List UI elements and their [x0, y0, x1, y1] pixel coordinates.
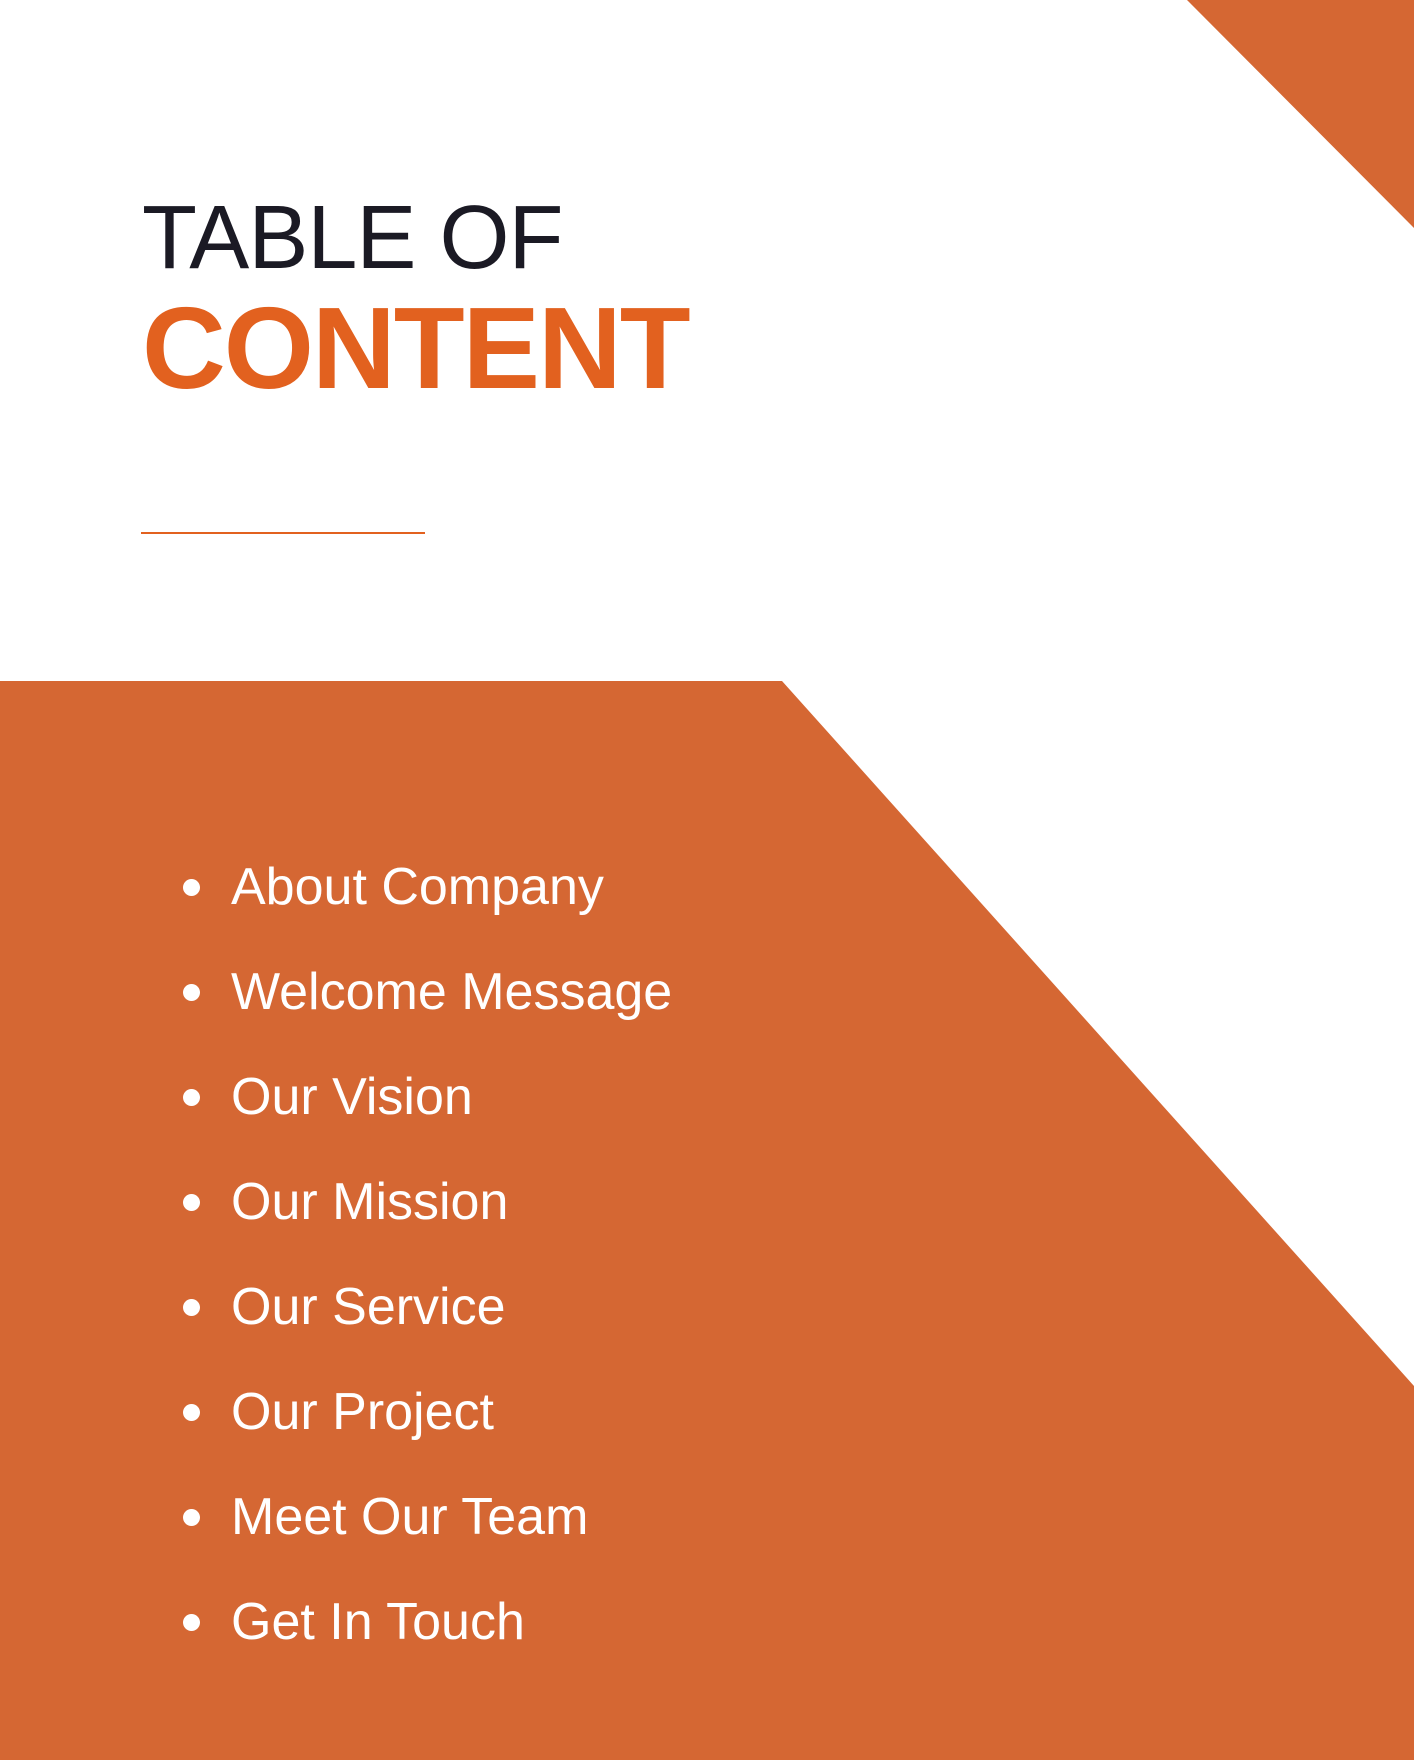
- toc-item-about-company: About Company: [183, 835, 672, 940]
- bullet-icon: [183, 1299, 200, 1316]
- toc-item-label: Our Service: [231, 1278, 506, 1336]
- toc-item-welcome-message: Welcome Message: [183, 940, 672, 1045]
- toc-item-label: Meet Our Team: [231, 1488, 589, 1546]
- toc-list: About Company Welcome Message Our Vision…: [183, 835, 672, 1675]
- toc-item-label: Get In Touch: [231, 1593, 525, 1651]
- toc-item-label: Our Vision: [231, 1068, 473, 1126]
- toc-item-label: Our Mission: [231, 1173, 509, 1231]
- bullet-icon: [183, 1509, 200, 1526]
- title-divider: [141, 532, 425, 534]
- toc-item-label: Welcome Message: [231, 963, 673, 1021]
- toc-item-label: About Company: [231, 858, 604, 916]
- toc-item-our-service: Our Service: [183, 1255, 672, 1360]
- corner-triangle: [1187, 0, 1414, 228]
- toc-item-label: Our Project: [231, 1383, 494, 1441]
- bullet-icon: [183, 984, 200, 1001]
- bullet-icon: [183, 879, 200, 896]
- bullet-icon: [183, 1614, 200, 1631]
- title-line-content: CONTENT: [142, 283, 691, 413]
- toc-item-get-in-touch: Get In Touch: [183, 1570, 672, 1675]
- toc-item-our-mission: Our Mission: [183, 1150, 672, 1255]
- toc-item-meet-our-team: Meet Our Team: [183, 1465, 672, 1570]
- bullet-icon: [183, 1089, 200, 1106]
- toc-item-our-project: Our Project: [183, 1360, 672, 1465]
- bullet-icon: [183, 1194, 200, 1211]
- bullet-icon: [183, 1404, 200, 1421]
- toc-item-our-vision: Our Vision: [183, 1045, 672, 1150]
- page-title: TABLE OF CONTENT: [142, 188, 691, 413]
- title-line-table-of: TABLE OF: [142, 188, 563, 288]
